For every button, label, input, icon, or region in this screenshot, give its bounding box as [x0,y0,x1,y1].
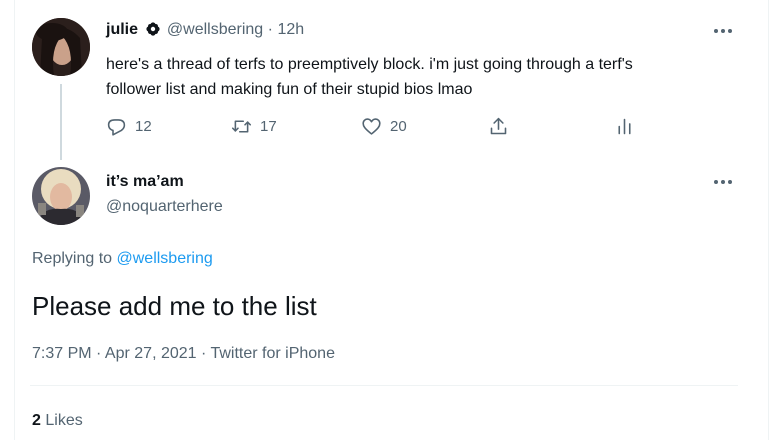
heart-icon [362,118,381,135]
likes-count: 2 [32,412,41,429]
replying-to-line: Replying to @wellsbering [32,250,213,268]
avatar-its-maam[interactable] [32,167,90,225]
parent-time[interactable]: 12h [277,21,304,38]
like-count: 20 [390,118,407,135]
share-icon [490,117,507,135]
avatar-its-maam-image [32,167,90,225]
reply-more-options-icon[interactable] [712,177,736,187]
likes-label: Likes [45,412,83,429]
avatar-julie-image [32,18,90,76]
retweet-count: 17 [260,118,277,135]
reply-handle[interactable]: @noquarterhere [106,198,223,216]
reply-button[interactable]: 12 [106,116,152,137]
reply-timestamp[interactable]: 7:37 PM · Apr 27, 2021 · Twitter for iPh… [32,345,335,363]
likes-count-link[interactable]: 2 Likes [32,412,83,430]
thread-connector-line [60,84,62,160]
analytics-icon [618,118,631,135]
reply-tweet-text: Please add me to the list [32,291,317,321]
more-options-icon[interactable] [712,26,736,36]
like-button[interactable]: 20 [361,116,407,137]
avatar-julie[interactable] [32,18,90,76]
parent-text-line-2: follower list and making fun of their st… [106,81,473,98]
parent-display-name[interactable]: julie [106,21,138,38]
parent-tweet-text: here's a thread of terfs to preemptively… [106,52,633,102]
replying-to-link[interactable]: @wellsbering [117,250,213,267]
reply-count: 12 [135,118,152,135]
retweet-icon [231,120,252,133]
retweet-button[interactable]: 17 [231,116,277,137]
divider [30,385,738,386]
separator-dot: · [267,21,273,38]
share-button[interactable] [488,116,509,137]
parent-tweet-header: julie @wellsbering · 12h [106,21,304,41]
parent-handle[interactable]: @wellsbering [167,21,263,38]
parent-text-line-1: here's a thread of terfs to preemptively… [106,56,633,73]
analytics-button[interactable] [614,116,635,137]
reply-display-name[interactable]: it’s ma’am [106,173,184,191]
replying-to-prefix: Replying to [32,250,113,267]
reply-icon [107,119,126,136]
flower-icon [146,22,161,41]
